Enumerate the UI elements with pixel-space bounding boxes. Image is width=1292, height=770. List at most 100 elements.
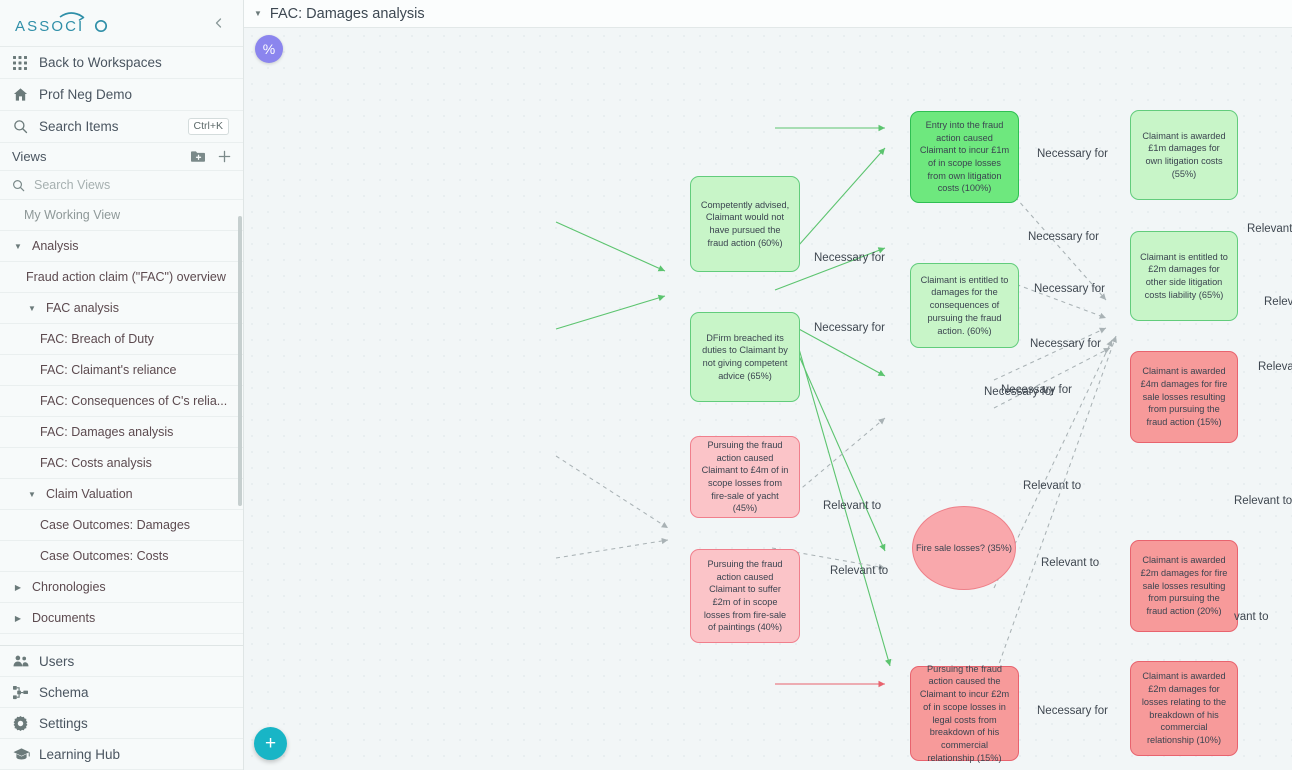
graph-node[interactable]: Claimant is awarded £2m damages for loss… (1130, 661, 1238, 756)
edge-label: Necessary for (1034, 283, 1105, 295)
sidebar-item-learning-hub[interactable]: Learning Hub (0, 739, 243, 770)
tree-item-fac-breach-of-duty[interactable]: FAC: Breach of Duty (0, 324, 243, 355)
sidebar-item-label: Back to Workspaces (39, 55, 162, 70)
edge-label: Relevant to (1258, 361, 1292, 373)
add-node-button[interactable]: + (254, 727, 287, 760)
views-search-placeholder: Search Views (34, 178, 111, 192)
tree-item-chronologies[interactable]: ▶ Chronologies (0, 572, 243, 603)
edge-label: Necessary for (1037, 705, 1108, 717)
edge-label: Necessary for (814, 322, 885, 334)
graph-node[interactable]: Competently advised, Claimant would not … (690, 176, 800, 272)
folder-plus-icon[interactable] (191, 150, 205, 163)
tree-item-label: FAC: Damages analysis (40, 425, 174, 439)
edge-label: Necessary for (1037, 148, 1108, 160)
chevron-down-icon[interactable]: ▼ (12, 242, 24, 251)
graph-node[interactable]: Claimant is awarded £4m damages for fire… (1130, 351, 1238, 443)
tree-item-analysis[interactable]: ▼ Analysis (0, 231, 243, 262)
graph-node[interactable]: Claimant is awarded £2m damages for fire… (1130, 540, 1238, 632)
tree-item-fac-analysis[interactable]: ▼ FAC analysis (0, 293, 243, 324)
edge-label: Relevant to (830, 565, 889, 577)
tree-item-label: FAC: Consequences of C's relia... (40, 394, 228, 408)
chevron-right-icon[interactable]: ▶ (12, 614, 24, 623)
views-tree: My Working View ▼ Analysis Fraud action … (0, 200, 243, 645)
tree-item-label: Fraud action claim ("FAC") overview (26, 270, 226, 284)
graph-node[interactable]: Pursuing the fraud action caused the Cla… (910, 664, 1019, 763)
tree-item-label: Documents (32, 611, 96, 625)
sidebar: ASSOCI Back to Workspaces Prof Neg Demo (0, 0, 244, 770)
edge-label: Relevant to (1023, 480, 1082, 492)
tree-item-label: FAC: Breach of Duty (40, 332, 154, 346)
page-title: FAC: Damages analysis (269, 5, 425, 22)
tree-item-case-outcomes-damages[interactable]: Case Outcomes: Damages (0, 510, 243, 541)
chevron-right-icon[interactable]: ▶ (12, 583, 24, 592)
search-icon (13, 119, 39, 134)
grid-apps-icon (13, 55, 39, 70)
sidebar-item-settings[interactable]: Settings (0, 708, 243, 739)
graph-ellipse-question[interactable]: Fire sale losses? (35%) (912, 506, 1016, 590)
tree-item-fac-costs-analysis[interactable]: FAC: Costs analysis (0, 448, 243, 479)
chevron-down-icon[interactable]: ▼ (26, 490, 38, 499)
tree-item-fac-claimants-reliance[interactable]: FAC: Claimant's reliance (0, 355, 243, 386)
graph-node[interactable]: Claimant is awarded £1m damages for own … (1130, 110, 1238, 200)
chevron-left-icon[interactable] (209, 13, 229, 33)
sidebar-header: ASSOCI (0, 0, 243, 47)
views-header: Views (0, 143, 243, 171)
svg-text:ASSOCI: ASSOCI (15, 18, 84, 35)
sidebar-footer-nav: Users Schema Settings Learning Hub (0, 645, 243, 770)
views-title: Views (12, 149, 47, 164)
home-icon (13, 87, 39, 102)
tree-item-label: Case Outcomes: Damages (40, 518, 191, 532)
edge-label: Necessary for (814, 252, 885, 264)
edge-label: Necessary for (984, 386, 1055, 398)
sidebar-item-search-items[interactable]: Search Items Ctrl+K (0, 111, 243, 143)
chevron-down-icon[interactable]: ▼ (26, 304, 38, 313)
edge-label: vant to (1234, 611, 1269, 623)
gear-icon (13, 715, 39, 731)
graph-node[interactable]: Pursuing the fraud action caused Claiman… (690, 549, 800, 643)
tree-item-fac-damages-analysis[interactable]: FAC: Damages analysis (0, 417, 243, 448)
tree-item-label: FAC: Costs analysis (40, 456, 152, 470)
graph-node[interactable]: Entry into the fraud action caused Claim… (910, 111, 1019, 203)
tree-item-label: FAC: Claimant's reliance (40, 363, 177, 377)
associo-logo: ASSOCI (15, 12, 108, 35)
tree-item-label: My Working View (24, 208, 121, 222)
sidebar-item-schema[interactable]: Schema (0, 677, 243, 708)
view-titlebar: ▼ FAC: Damages analysis (244, 0, 1292, 28)
tree-item-claim-valuation[interactable]: ▼ Claim Valuation (0, 479, 243, 510)
schema-icon (13, 685, 39, 700)
graph-node[interactable]: Claimant is entitled to £2m damages for … (1130, 231, 1238, 321)
sidebar-item-label: Users (39, 653, 75, 669)
tree-item-label: Chronologies (32, 580, 106, 594)
views-search-input[interactable]: Search Views (0, 171, 243, 200)
plus-icon[interactable] (218, 150, 231, 163)
edge-label: Relevant to (823, 500, 882, 512)
sidebar-item-label: Schema (39, 684, 89, 700)
tree-item-documents[interactable]: ▶ Documents (0, 603, 243, 634)
sidebar-scrollbar[interactable] (238, 216, 242, 506)
sidebar-item-users[interactable]: Users (0, 646, 243, 677)
tree-item-my-working-view[interactable]: My Working View (0, 200, 243, 231)
percent-mode-button[interactable]: % (255, 35, 283, 63)
tree-item-label: FAC analysis (46, 301, 119, 315)
search-shortcut-badge: Ctrl+K (187, 118, 229, 135)
tree-item-label: Case Outcomes: Costs (40, 549, 169, 563)
sidebar-item-back-to-workspaces[interactable]: Back to Workspaces (0, 47, 243, 79)
graduation-cap-icon (13, 747, 39, 761)
edge-label: Necessary for (1028, 231, 1099, 243)
tree-item-label: Claim Valuation (46, 487, 133, 501)
chevron-down-icon[interactable]: ▼ (254, 9, 262, 18)
tree-item-fac-overview[interactable]: Fraud action claim ("FAC") overview (0, 262, 243, 293)
tree-item-case-outcomes-costs[interactable]: Case Outcomes: Costs (0, 541, 243, 572)
app-root: ASSOCI Back to Workspaces Prof Neg Demo (0, 0, 1292, 770)
users-icon (13, 654, 39, 668)
graph-node[interactable]: DFirm breached its duties to Claimant by… (690, 312, 800, 402)
search-icon (13, 179, 25, 191)
graph-canvas[interactable]: % Entry into the fraud action caused Cla… (244, 28, 1292, 770)
sidebar-item-prof-neg-demo[interactable]: Prof Neg Demo (0, 79, 243, 111)
graph-node[interactable]: Pursuing the fraud action caused Claiman… (690, 436, 800, 518)
edge-label: Necessary for (1030, 338, 1101, 350)
sidebar-item-label: Search Items (39, 119, 119, 134)
tree-item-fac-consequences[interactable]: FAC: Consequences of C's relia... (0, 386, 243, 417)
graph-node[interactable]: Claimant is entitled to damages for the … (910, 263, 1019, 348)
edge-label: Relevant to (1041, 557, 1100, 569)
